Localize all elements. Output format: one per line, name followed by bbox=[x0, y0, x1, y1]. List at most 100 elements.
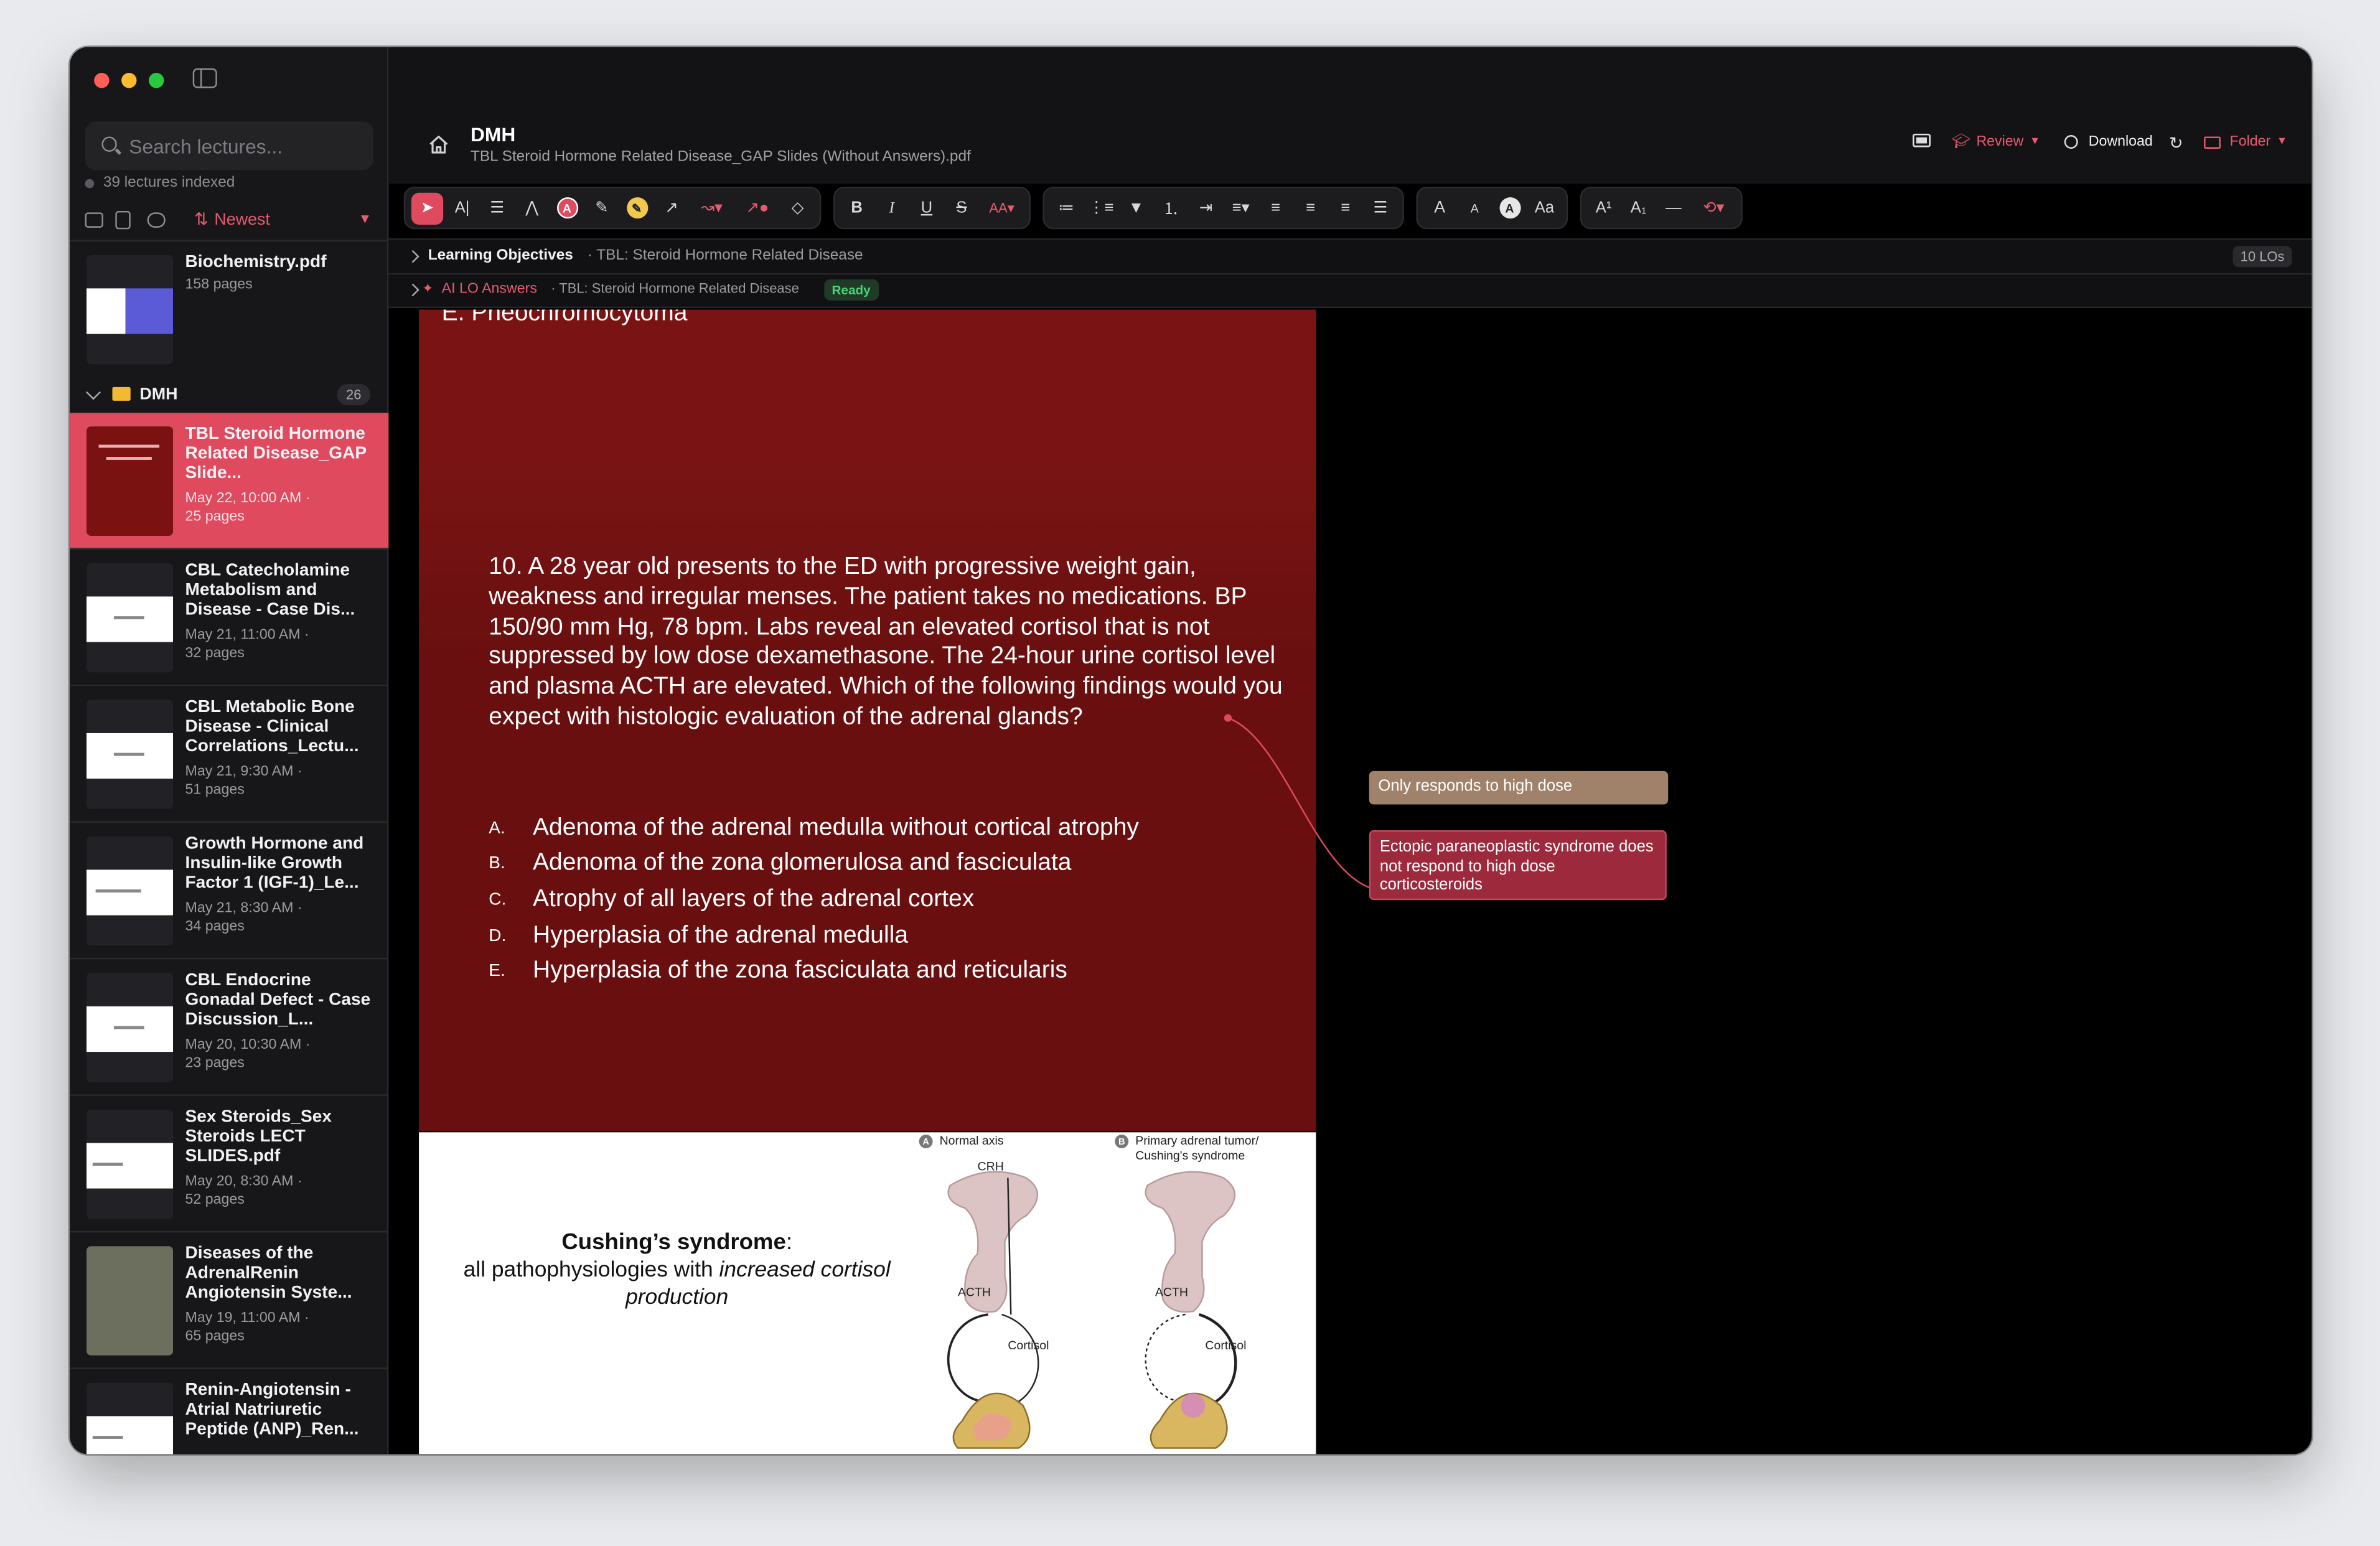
align-center-icon[interactable]: ≡ bbox=[1295, 192, 1326, 224]
subscript-button[interactable]: A₁ bbox=[1623, 192, 1654, 224]
text-select-tool-icon[interactable]: A| bbox=[446, 192, 478, 224]
pen-tool-icon[interactable]: ⋀ bbox=[516, 192, 548, 224]
previous-option-text: E. Pheochromocytoma bbox=[441, 309, 688, 327]
option-text: Adenoma of the zona glomerulosa and fasc… bbox=[533, 850, 1072, 877]
answer-option: D. Hyperplasia of the adrenal medulla bbox=[489, 918, 1308, 954]
tool-group-size: A A A Aa bbox=[1416, 186, 1568, 230]
folder-row-dmh[interactable]: DMH 26 bbox=[70, 377, 388, 413]
review-button[interactable]: 🎓︎ Review ▼ bbox=[1952, 134, 2040, 151]
option-text: Atrophy of all layers of the adrenal cor… bbox=[533, 886, 975, 912]
chevron-down-icon[interactable] bbox=[85, 385, 101, 400]
list-item[interactable]: Renin-Angiotensin - Atrial Natriuretic P… bbox=[70, 1369, 388, 1455]
new-folder-icon[interactable] bbox=[85, 212, 103, 228]
lecture-thumbnail bbox=[87, 563, 174, 673]
list-item[interactable]: TBL Steroid Hormone Related Disease_GAP … bbox=[70, 413, 389, 550]
list-item[interactable]: Biochemistry.pdf 158 pages bbox=[70, 241, 388, 375]
text-case-button[interactable]: AA ▾ bbox=[980, 192, 1023, 224]
select-tool-icon[interactable]: ➤ bbox=[411, 192, 444, 224]
chevron-right-icon[interactable] bbox=[406, 283, 419, 297]
sync-icon[interactable]: ↻ bbox=[2169, 134, 2183, 153]
sticky-note[interactable]: Only responds to high dose bbox=[1369, 771, 1669, 805]
align-left-icon[interactable]: ≡ bbox=[1260, 192, 1291, 224]
text-color-icon[interactable]: A bbox=[551, 192, 583, 224]
list-item[interactable]: Diseases of the AdrenalRenin Angiotensin… bbox=[70, 1232, 389, 1369]
cortisol-label-b: Cortisol bbox=[1205, 1339, 1246, 1352]
tool-group-format: B I U S AA ▾ bbox=[833, 186, 1031, 230]
import-file-icon[interactable] bbox=[115, 210, 131, 230]
ai-lo-answers-bar[interactable]: ✦ AI LO Answers · TBL: Steroid Hormone R… bbox=[388, 274, 2312, 309]
sidebar-toggle-icon[interactable] bbox=[192, 68, 217, 88]
line-spacing-icon[interactable]: ≡▾ bbox=[1225, 192, 1257, 224]
note-text: Ectopic paraneoplastic syndrome does not… bbox=[1379, 838, 1654, 894]
chevron-right-icon[interactable] bbox=[406, 250, 419, 263]
status-dot-icon bbox=[85, 178, 95, 188]
eraser-icon[interactable]: ◇ bbox=[782, 192, 813, 224]
search-input[interactable] bbox=[129, 132, 357, 160]
download-label: Download bbox=[2088, 133, 2153, 151]
font-size-decrease-button[interactable]: A bbox=[1459, 192, 1491, 224]
close-window-button[interactable] bbox=[94, 73, 110, 88]
home-icon[interactable] bbox=[428, 134, 449, 155]
justify-icon[interactable]: ☰ bbox=[1364, 192, 1396, 224]
refresh-library-icon[interactable] bbox=[147, 212, 166, 228]
pencil-icon[interactable]: ✎ bbox=[586, 192, 617, 224]
highlighter-icon[interactable]: ✎ bbox=[621, 192, 652, 224]
panel-a-diagram: CRH ACTH Cortisol bbox=[947, 1160, 1049, 1449]
list-item[interactable]: CBL Catecholamine Metabolism and Disease… bbox=[70, 550, 389, 686]
bullet-list-icon[interactable]: ≔ bbox=[1051, 192, 1082, 224]
lasso-tool-icon[interactable]: ⟲▾ bbox=[1692, 192, 1735, 224]
chevron-down-icon: ▼ bbox=[2277, 136, 2287, 148]
zoom-window-button[interactable] bbox=[149, 73, 164, 88]
option-letter: C. bbox=[489, 891, 507, 909]
list-item[interactable]: Growth Hormone and Insulin-like Growth F… bbox=[70, 823, 389, 960]
align-right-icon[interactable]: ≡ bbox=[1329, 192, 1361, 224]
numbered-list-icon[interactable]: ⒈ bbox=[1155, 192, 1187, 224]
list-item[interactable]: Sex Steroids_Sex Steroids LECT SLIDES.pd… bbox=[70, 1096, 389, 1233]
chevron-down-icon: ▼ bbox=[2030, 136, 2041, 148]
superscript-button[interactable]: A¹ bbox=[1588, 192, 1619, 224]
text-box-tool-icon[interactable]: ☰ bbox=[481, 192, 513, 224]
folder-label: Folder bbox=[2229, 133, 2271, 151]
cushing-text-block: Cushing’s syndrome: all pathophysiologie… bbox=[419, 1228, 935, 1311]
slide-page[interactable]: E. Pheochromocytoma 10. A 28 year old pr… bbox=[419, 309, 1316, 1131]
folder-button[interactable]: Folder ▼ bbox=[2204, 133, 2287, 151]
italic-button[interactable]: I bbox=[876, 192, 907, 224]
indexed-count-label: 39 lectures indexed bbox=[103, 174, 235, 192]
minimize-window-button[interactable] bbox=[121, 73, 137, 88]
search-icon bbox=[101, 136, 117, 152]
sub-list-icon[interactable]: ⋮≡ bbox=[1085, 192, 1117, 224]
sticky-note[interactable]: Ectopic paraneoplastic syndrome does not… bbox=[1369, 830, 1667, 901]
sort-button[interactable]: ⇅ Newest bbox=[194, 210, 270, 229]
font-color-button[interactable]: A bbox=[1494, 192, 1525, 224]
font-family-button[interactable]: Aa bbox=[1529, 192, 1560, 224]
strikethrough-button[interactable]: S bbox=[945, 192, 977, 224]
lecture-pages: 32 pages bbox=[185, 645, 245, 662]
indent-icon[interactable]: ⇥ bbox=[1190, 192, 1222, 224]
lecture-thumbnail bbox=[87, 255, 174, 365]
text-case-label: AA bbox=[989, 200, 1008, 216]
sparkle-icon: ✦ bbox=[421, 281, 434, 296]
lecture-thumbnail bbox=[87, 426, 174, 536]
download-button[interactable]: Download bbox=[2064, 133, 2153, 151]
answer-option: A. Adenoma of the adrenal medulla without… bbox=[489, 810, 1308, 846]
slide-page[interactable]: Cushing’s syndrome: all pathophysiologie… bbox=[419, 1132, 1316, 1455]
chevron-down-icon[interactable]: ▼ bbox=[358, 211, 372, 226]
font-size-increase-button[interactable]: A bbox=[1424, 192, 1456, 224]
slide-view-icon[interactable] bbox=[1912, 133, 1931, 148]
bold-button[interactable]: B bbox=[841, 192, 873, 224]
underline-button[interactable]: U bbox=[911, 192, 942, 224]
learning-objectives-bar[interactable]: Learning Objectives · TBL: Steroid Hormo… bbox=[388, 238, 2312, 275]
cortisol-label-a: Cortisol bbox=[1008, 1339, 1049, 1352]
download-icon bbox=[2064, 135, 2078, 149]
shape-tool-icon[interactable]: ↝▾ bbox=[691, 192, 733, 224]
lecture-date: May 21, 11:00 AM · bbox=[185, 627, 309, 644]
arrow-color-icon[interactable]: ↗● bbox=[736, 192, 779, 224]
triangle-down-icon[interactable]: ▼ bbox=[1120, 192, 1152, 224]
lecture-thumbnail bbox=[87, 1382, 174, 1455]
horizontal-rule-icon[interactable]: — bbox=[1657, 192, 1689, 224]
list-item[interactable]: CBL Endocrine Gonadal Defect - Case Disc… bbox=[70, 959, 389, 1096]
lecture-thumbnail bbox=[87, 973, 174, 1082]
folder-name: DMH bbox=[139, 385, 178, 404]
list-item[interactable]: CBL Metabolic Bone Disease - Clinical Co… bbox=[70, 686, 389, 823]
arrow-tool-icon[interactable]: ↗ bbox=[656, 192, 688, 224]
